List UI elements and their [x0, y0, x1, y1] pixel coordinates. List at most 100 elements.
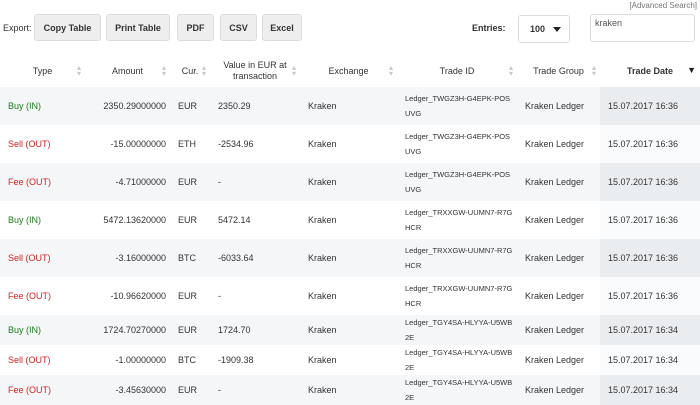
cell-trade-group: Kraken Ledger: [525, 139, 585, 149]
copy-table-button[interactable]: Copy Table: [34, 14, 101, 41]
cell-trade-id: Ledger_TGY4SA-HLYYA-U5WB2E: [397, 315, 517, 345]
cell-trade-id: Ledger_TWGZ3H-G4EPK-POSUVG: [405, 132, 511, 156]
entries-value: 100: [530, 24, 546, 34]
cell-exchange: Kraken: [300, 315, 397, 345]
sort-icon: ▴ ▾: [291, 63, 296, 78]
cell-trade-group: Kraken Ledger: [525, 215, 585, 225]
cell-exchange: Kraken: [308, 215, 337, 225]
export-label: Export:: [3, 23, 32, 33]
cell-currency: EUR: [170, 375, 210, 405]
table-body: Buy (IN) 2350.29000000 EUR 2350.29 Kraken Led…: [0, 87, 700, 405]
entries-select[interactable]: 100: [518, 15, 570, 43]
advanced-search-link[interactable]: [Advanced Search]: [629, 1, 697, 10]
csv-button[interactable]: CSV: [220, 14, 257, 41]
column-header-type[interactable]: Type ▴ ▾: [0, 55, 85, 87]
cell-trade-date: 15.07.2017 16:34: [600, 375, 700, 405]
cell-amount: 2350.29000000: [85, 87, 170, 125]
cell-trade-date: 15.07.2017 16:36: [600, 277, 700, 315]
column-header-trade-date[interactable]: Trade Date ▼: [600, 55, 700, 87]
table-row[interactable]: Sell (OUT) -1.00000000 BTC -1909.38 Kraken Le…: [0, 345, 700, 375]
cell-trade-date: 15.07.2017 16:36: [600, 163, 700, 201]
cell-currency: EUR: [178, 215, 198, 225]
column-header-exchange[interactable]: Exchange ▴ ▾: [300, 55, 397, 87]
cell-value-eur: -: [218, 291, 221, 301]
cell-trade-date: 15.07.2017 16:36: [600, 201, 700, 239]
sort-icon: ▴ ▾: [388, 63, 393, 78]
cell-trade-group: Kraken Ledger: [525, 355, 585, 365]
cell-type: Sell (OUT): [8, 355, 51, 365]
print-table-button[interactable]: Print Table: [106, 14, 170, 41]
sort-icon: ▴ ▾: [76, 63, 81, 78]
entries-label: Entries:: [472, 23, 506, 33]
cell-type: Buy (IN): [0, 87, 85, 125]
cell-amount: -10.96620000: [110, 291, 166, 301]
cell-trade-date: 15.07.2017 16:36: [600, 87, 700, 125]
cell-type: Sell (OUT): [0, 239, 85, 277]
table-row[interactable]: Buy (IN) 2350.29000000 EUR 2350.29 Kraken Led…: [0, 87, 700, 125]
cell-type: Fee (OUT): [8, 291, 52, 301]
cell-currency: BTC: [178, 355, 196, 365]
sort-icon: ▴ ▾: [201, 63, 206, 78]
cell-value-eur: -2534.96: [218, 139, 254, 149]
cell-type: Buy (IN): [0, 315, 85, 345]
table-row[interactable]: Buy (IN) 1724.70270000 EUR 1724.70 Kraken Led…: [0, 315, 700, 345]
cell-currency: EUR: [170, 87, 210, 125]
cell-exchange: Kraken: [300, 163, 397, 201]
table-row[interactable]: Sell (OUT) -3.16000000 BTC -6033.64 Kraken Le…: [0, 239, 700, 277]
cell-value-eur: 2350.29: [210, 87, 300, 125]
cell-value-eur: -: [210, 163, 300, 201]
column-header-currency[interactable]: Cur. ▴ ▾: [170, 55, 210, 87]
column-header-trade-id[interactable]: Trade ID ▴ ▾: [397, 55, 517, 87]
pdf-button[interactable]: PDF: [177, 14, 214, 41]
excel-button[interactable]: Excel: [262, 14, 302, 41]
cell-type: Fee (OUT): [0, 163, 85, 201]
sort-icon: ▴ ▾: [161, 63, 166, 78]
table-row[interactable]: Fee (OUT) -4.71000000 EUR - Kraken Ledger_TWG…: [0, 163, 700, 201]
cell-amount: 1724.70270000: [85, 315, 170, 345]
cell-trade-group: Kraken Ledger: [517, 239, 600, 277]
cell-currency: EUR: [170, 163, 210, 201]
table-header-row: Type ▴ ▾ Amount ▴ ▾ Cur. ▴ ▾ Value in EUR at t…: [0, 55, 700, 87]
table-row[interactable]: Sell (OUT) -15.00000000 ETH -2534.96 Kraken L…: [0, 125, 700, 163]
cell-amount: -4.71000000: [85, 163, 170, 201]
table-row[interactable]: Buy (IN) 5472.13620000 EUR 5472.14 Kraken Led…: [0, 201, 700, 239]
cell-trade-date: 15.07.2017 16:36: [600, 125, 700, 163]
cell-exchange: Kraken: [308, 139, 337, 149]
sort-desc-icon: ▼: [687, 65, 696, 75]
cell-trade-date: 15.07.2017 16:34: [600, 345, 700, 375]
cell-amount: -15.00000000: [110, 139, 166, 149]
cell-value-eur: 1724.70: [210, 315, 300, 345]
column-header-trade-group[interactable]: Trade Group ▴ ▾: [517, 55, 600, 87]
cell-value-eur: -: [210, 375, 300, 405]
table-toolbar: Export: Copy Table Print Table PDF CSV E…: [0, 14, 700, 43]
cell-value-eur: 5472.14: [218, 215, 251, 225]
table-row[interactable]: Fee (OUT) -10.96620000 EUR - Kraken Ledger_TR…: [0, 277, 700, 315]
cell-trade-date: 15.07.2017 16:36: [600, 239, 700, 277]
cell-trade-group: Kraken Ledger: [517, 87, 600, 125]
cell-exchange: Kraken: [308, 291, 337, 301]
trades-table: Type ▴ ▾ Amount ▴ ▾ Cur. ▴ ▾ Value in EUR at t…: [0, 55, 700, 405]
cell-amount: 5472.13620000: [103, 215, 166, 225]
table-row[interactable]: Fee (OUT) -3.45630000 EUR - Kraken Ledger_TGY…: [0, 375, 700, 405]
cell-trade-date: 15.07.2017 16:34: [600, 315, 700, 345]
cell-type: Buy (IN): [8, 215, 42, 225]
cell-value-eur: -1909.38: [218, 355, 254, 365]
cell-trade-id: Ledger_TRXXGW-UUMN7-R7GHCR: [405, 208, 513, 232]
cell-trade-group: Kraken Ledger: [517, 375, 600, 405]
column-header-amount[interactable]: Amount ▴ ▾: [85, 55, 170, 87]
cell-trade-id: Ledger_TGY4SA-HLYYA-U5WB2E: [405, 348, 513, 372]
chevron-down-icon: [553, 27, 561, 32]
cell-trade-group: Kraken Ledger: [517, 163, 600, 201]
cell-currency: BTC: [170, 239, 210, 277]
cell-amount: -1.00000000: [115, 355, 166, 365]
column-header-value-eur[interactable]: Value in EUR at transaction ▴ ▾: [210, 55, 300, 87]
cell-currency: ETH: [178, 139, 196, 149]
cell-value-eur: -6033.64: [210, 239, 300, 277]
cell-currency: EUR: [178, 291, 198, 301]
cell-trade-id: Ledger_TRXXGW-UUMN7-R7GHCR: [405, 284, 513, 308]
cell-exchange: Kraken: [308, 355, 337, 365]
cell-trade-id: Ledger_TWGZ3H-G4EPK-POSUVG: [397, 163, 517, 201]
search-input[interactable]: [590, 14, 695, 42]
cell-trade-group: Kraken Ledger: [517, 315, 600, 345]
sort-icon: ▴ ▾: [508, 63, 513, 78]
